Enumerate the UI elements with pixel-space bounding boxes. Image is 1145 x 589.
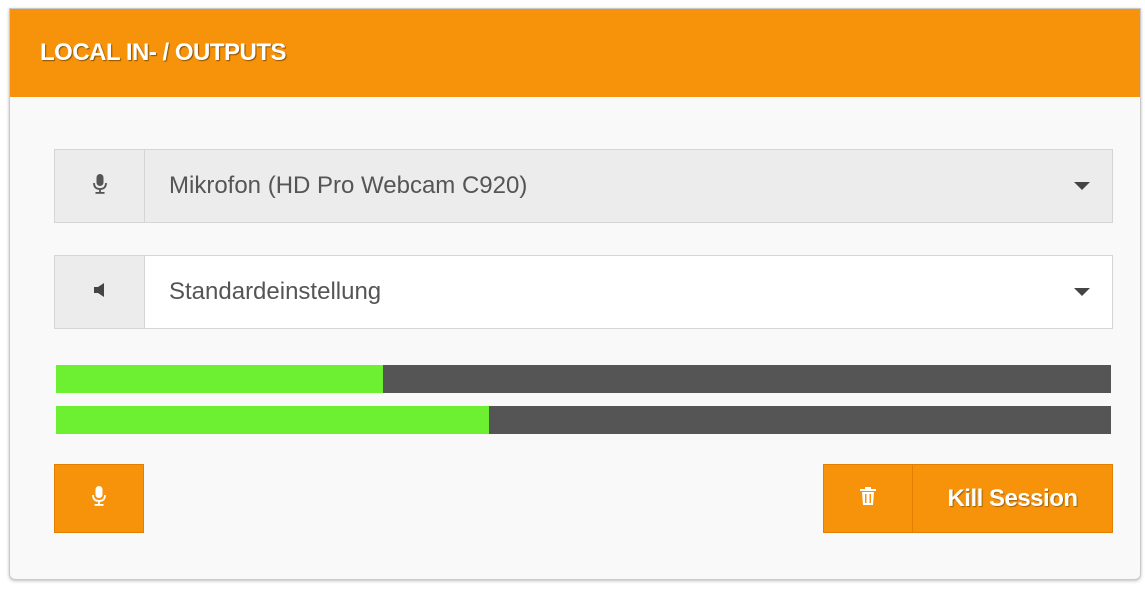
input-level-meter [56,365,1111,393]
speaker-select[interactable]: Standardeinstellung [54,255,1113,329]
chevron-down-icon [1074,288,1090,296]
output-level-meter [56,406,1111,434]
panel-header: LOCAL IN- / OUTPUTS [10,9,1140,97]
local-io-panel: LOCAL IN- / OUTPUTS Mikrofon (HD Pro Web… [9,8,1141,580]
microphone-icon [92,486,106,511]
microphone-selected-label: Mikrofon (HD Pro Webcam C920) [169,172,528,199]
chevron-down-icon [1074,182,1090,190]
kill-session-button[interactable]: Kill Session [823,464,1113,533]
microphone-select-value[interactable]: Mikrofon (HD Pro Webcam C920) [145,150,1112,222]
speaker-select-value[interactable]: Standardeinstellung [145,256,1112,328]
microphone-addon [55,150,145,222]
speaker-addon [55,256,145,328]
panel-title: LOCAL IN- / OUTPUTS [40,39,287,66]
kill-session-icon-area [824,465,913,532]
kill-session-label: Kill Session [947,484,1078,512]
input-level-fill [56,365,384,393]
microphone-select[interactable]: Mikrofon (HD Pro Webcam C920) [54,149,1113,223]
output-level-fill [56,406,489,434]
speaker-selected-label: Standardeinstellung [169,278,382,305]
microphone-icon [92,173,107,199]
trash-icon [860,487,876,510]
speaker-icon [93,282,106,302]
mic-toggle-button[interactable] [54,464,144,533]
